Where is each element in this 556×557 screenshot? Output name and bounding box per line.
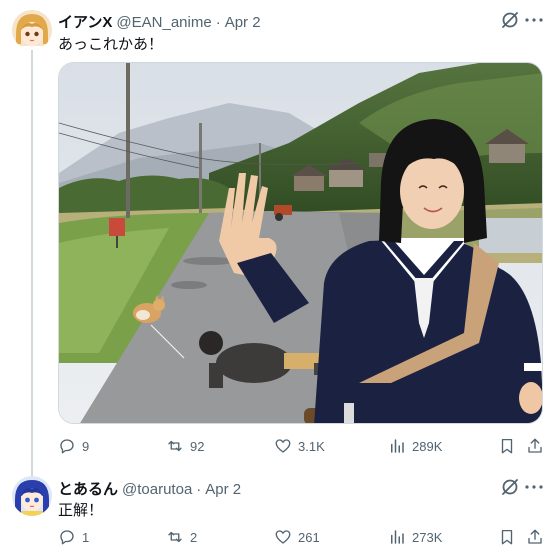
bookmark-icon [501,529,513,545]
separator-dot: · [196,481,202,498]
tweet-actions: 9 92 3.1K 289K [58,436,544,456]
bookmark-icon [501,438,513,454]
like-count: 3.1K [298,438,325,454]
reply-count: 1 [82,529,90,545]
repost-icon [168,531,182,543]
view-count: 273K [412,529,443,545]
grok-icon[interactable] [500,477,520,497]
tweet-actions: 1 2 261 273K [58,527,544,547]
share-icon [528,529,542,544]
avatar[interactable] [12,10,52,50]
reply-button[interactable]: 1 [58,527,89,547]
like-button[interactable]: 261 [274,527,320,547]
tweet-header: とあるん @toarutoa · Apr 2 [58,478,241,499]
heart-icon [275,530,291,544]
bookmark-button[interactable] [498,436,516,456]
share-button[interactable] [526,527,544,547]
repost-button[interactable]: 92 [166,436,204,456]
repost-count: 2 [190,529,198,545]
user-handle[interactable]: @EAN_anime [116,14,211,31]
repost-count: 92 [190,438,205,454]
tweet-date[interactable]: Apr 2 [225,14,261,31]
separator-dot: · [215,14,221,31]
user-handle[interactable]: @toarutoa [122,481,192,498]
share-icon [528,438,542,453]
bookmark-button[interactable] [498,527,516,547]
like-count: 261 [298,529,320,545]
views-button[interactable]: 273K [388,527,442,547]
like-button[interactable]: 3.1K [274,436,325,456]
thread-connector-line [31,48,33,478]
display-name[interactable]: イアンX [58,11,112,32]
tweet-date[interactable]: Apr 2 [205,481,241,498]
repost-button[interactable]: 2 [166,527,197,547]
view-count: 289K [412,438,443,454]
reply-icon [60,439,74,454]
display-name[interactable]: とあるん [58,478,118,499]
views-chart-icon [391,530,404,544]
tweet-text: 正解！ [58,502,104,519]
reply-icon [60,530,74,545]
reply-count: 9 [82,438,90,454]
more-options-icon[interactable] [524,477,544,497]
views-button[interactable]: 289K [388,436,442,456]
heart-icon [275,439,291,453]
tweet-photo[interactable] [58,62,543,424]
repost-icon [168,440,182,452]
tweet-header: イアンX @EAN_anime · Apr 2 [58,11,261,32]
more-options-icon[interactable] [524,10,544,30]
tweet-text: あっこれかあ！ [58,36,164,53]
avatar[interactable] [12,476,52,516]
grok-icon[interactable] [500,10,520,30]
views-chart-icon [391,439,404,453]
reply-button[interactable]: 9 [58,436,89,456]
share-button[interactable] [526,436,544,456]
